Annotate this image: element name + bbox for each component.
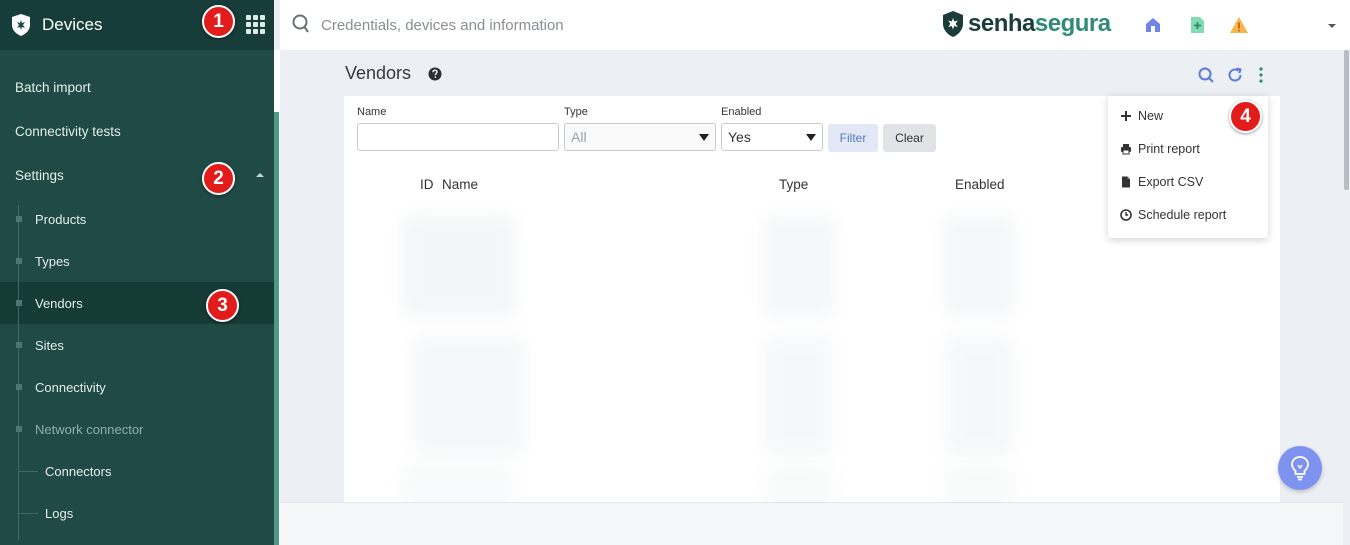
search-icon [292,14,309,33]
sidebar-item-connectors[interactable]: Connectors [45,464,111,479]
chevron-up-icon[interactable] [256,173,264,177]
clock-icon [1120,209,1132,221]
sidebar-scrollbar-thumb[interactable] [274,112,279,545]
lightbulb-icon [1291,456,1309,481]
sidebar-item-batch-import[interactable]: Batch import [15,80,91,95]
enabled-filter-value: Yes [728,129,751,145]
table-row [764,336,834,456]
tree-line [18,205,19,540]
chevron-down-icon [699,134,709,141]
tree-branch [18,471,38,472]
table-row [404,466,514,506]
brand-name: senhasegura [968,10,1111,38]
app-logo-icon [12,14,30,36]
file-icon [1122,176,1130,188]
annotation-badge-4: 4 [1229,100,1262,133]
page-title: Vendors [345,63,412,83]
menu-item-export-csv-label: Export CSV [1138,175,1204,189]
table-body-blurred [344,206,1280,521]
menu-item-schedule-report-label: Schedule report [1138,208,1227,222]
enabled-filter-label: Enabled [721,106,762,118]
brand-shield-icon [943,11,963,37]
sidebar-item-types[interactable]: Types [35,254,70,269]
footer-strip [280,502,1343,545]
refresh-icon[interactable] [1226,66,1244,84]
type-filter-label: Type [564,106,588,118]
tree-bullet [16,300,22,306]
table-row [764,216,834,316]
tree-bullet [16,384,22,390]
annotation-badge-3: 3 [206,289,239,322]
name-filter-input[interactable] [357,123,559,151]
column-header-name[interactable]: Name [442,177,478,192]
enabled-filter-select[interactable]: Yes [721,123,823,151]
table-row [944,336,1014,456]
menu-item-export-csv[interactable]: Export CSV [1120,175,1203,189]
add-file-icon[interactable] [1187,15,1207,35]
tree-bullet [16,342,22,348]
tree-bullet [16,216,22,222]
table-row [404,216,514,316]
column-header-id[interactable]: ID [420,177,434,192]
sidebar-item-settings[interactable]: Settings [15,168,64,183]
clear-button[interactable]: Clear [883,124,936,152]
sidebar-item-products[interactable]: Products [35,212,86,227]
menu-item-schedule-report[interactable]: Schedule report [1120,208,1226,222]
sidebar-item-connectivity[interactable]: Connectivity [35,380,106,395]
help-tips-button[interactable] [1278,446,1322,490]
main-scrollbar-thumb[interactable] [1344,50,1349,190]
chevron-down-icon [806,134,816,141]
menu-item-print-report[interactable]: Print report [1120,142,1200,156]
table-row [944,466,1014,506]
column-header-type[interactable]: Type [779,177,808,192]
brand-logo: senhasegura [942,10,1111,38]
brand-name-part1: senha [968,10,1035,37]
printer-icon [1121,144,1131,155]
global-search-input[interactable] [321,13,821,37]
tree-branch [18,513,38,514]
sidebar-item-connectivity-tests[interactable]: Connectivity tests [15,124,121,139]
table-row [764,466,834,506]
name-filter-label: Name [357,106,387,118]
plus-icon [1121,111,1131,121]
apps-grid-icon[interactable] [246,15,267,34]
help-icon[interactable] [428,67,442,81]
type-filter-value: All [571,129,587,145]
sidebar-item-vendors[interactable]: Vendors [35,296,83,311]
annotation-badge-2: 2 [202,162,235,195]
menu-item-new-label: New [1138,109,1164,123]
more-vertical-icon[interactable] [1252,66,1270,84]
topbar: senhasegura [280,0,1350,50]
sidebar: Devices Batch import Connectivity tests … [0,0,274,545]
table-row [414,336,524,456]
table-row [944,216,1014,316]
user-menu-chevron-down-icon[interactable] [1328,24,1336,28]
type-filter-select[interactable]: All [564,123,716,151]
sidebar-item-network-connector[interactable]: Network connector [35,422,143,437]
sidebar-item-logs[interactable]: Logs [45,506,73,521]
brand-name-part2: segura [1034,10,1111,37]
menu-item-new[interactable]: New [1120,109,1163,123]
filter-button[interactable]: Filter [828,124,878,152]
menu-item-print-report-label: Print report [1138,142,1200,156]
tree-bullet [16,426,22,432]
tree-bullet [16,258,22,264]
search-icon[interactable] [1197,66,1215,84]
home-icon[interactable] [1143,15,1163,35]
sidebar-title: Devices [42,15,103,34]
annotation-badge-1: 1 [202,5,235,38]
sidebar-item-sites[interactable]: Sites [35,338,64,353]
column-header-enabled[interactable]: Enabled [955,177,1005,192]
warning-icon[interactable] [1229,15,1249,35]
